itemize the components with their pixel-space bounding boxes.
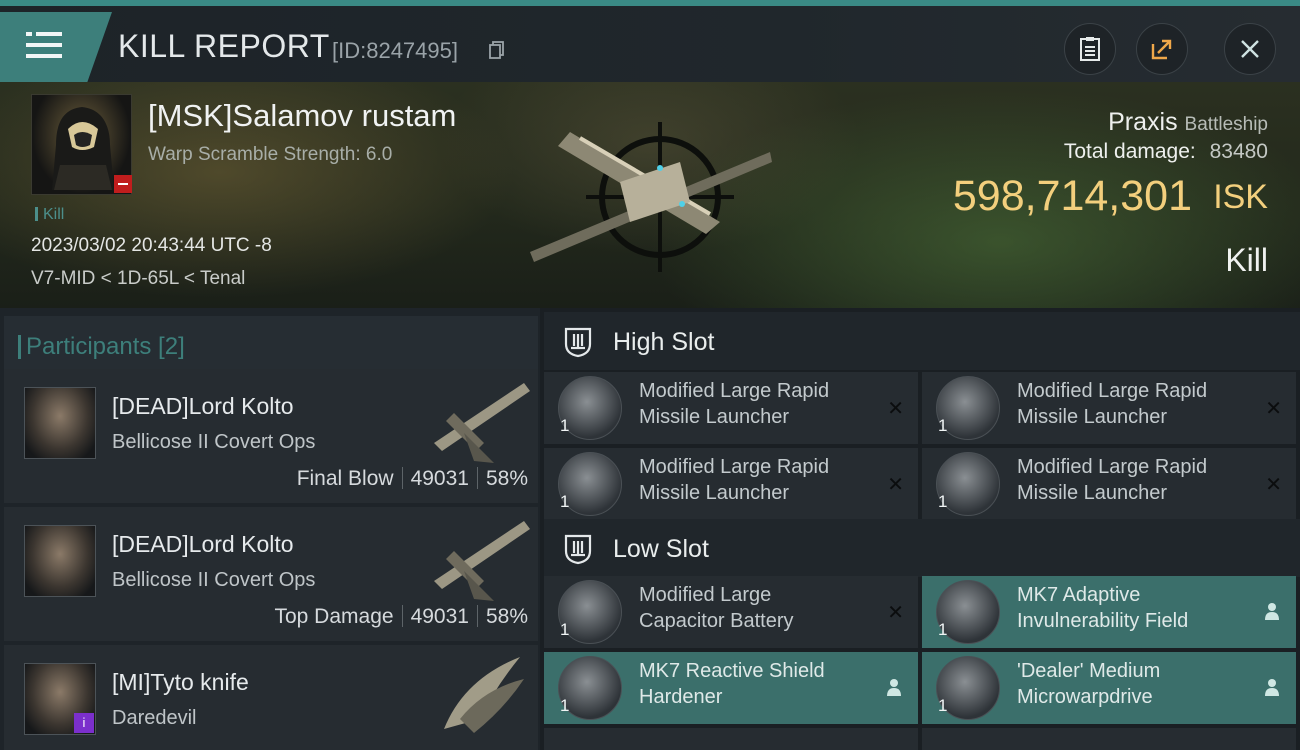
isk-value: 598,714,301 — [952, 172, 1192, 220]
module-quantity: 1 — [938, 416, 948, 435]
participants-panel: Participants [2] [DEAD]Lord Kolto Bellic… — [0, 308, 540, 750]
participants-title: Participants [2] — [18, 333, 185, 360]
participant-damage: 49031 — [410, 605, 469, 628]
module-quantity: 1 — [560, 492, 570, 511]
page-title: KILL REPORT — [118, 28, 330, 64]
copy-icon[interactable] — [489, 41, 505, 59]
info-badge: i — [74, 713, 94, 733]
result-label: Kill — [1225, 242, 1268, 278]
share-icon — [1151, 39, 1172, 60]
module-quantity: 1 — [560, 416, 570, 435]
module-name: Modified Large Rapid Missile Launcher — [1017, 380, 1208, 428]
module-name: Modified Large Capacitor Battery — [639, 584, 794, 632]
menu-icon — [26, 32, 62, 62]
participant-name: [MI]Tyto knife — [112, 669, 249, 695]
module-name: MK7 Adaptive Invulnerability Field — [1017, 584, 1189, 632]
high-slot-title: High Slot — [613, 328, 715, 356]
total-damage-value: 83480 — [1209, 140, 1268, 163]
module-item[interactable]: 1 'Dealer' Medium Microwarpdrive — [922, 652, 1296, 724]
victim-ship: Praxis Battleship — [1108, 108, 1268, 137]
participant-ship: Bellicose II Covert Ops — [112, 431, 316, 453]
slot-icon — [564, 534, 592, 565]
participant-ship: Daredevil — [112, 707, 197, 729]
module-item[interactable]: 1 Modified Large Rapid Missile Launcher ✕ — [922, 372, 1296, 444]
module-item-partial[interactable] — [922, 728, 1296, 750]
report-id: [ID:8247495] — [332, 38, 458, 63]
total-damage: Total damage: 83480 — [1064, 140, 1268, 164]
low-slot-header: Low Slot — [544, 519, 1300, 577]
destroyed-x-icon: ✕ — [887, 602, 904, 624]
slot-icon — [564, 327, 592, 358]
person-icon — [1265, 679, 1279, 696]
module-quantity: 1 — [938, 620, 948, 639]
module-quantity: 1 — [938, 696, 948, 715]
high-slot-header: High Slot — [544, 312, 1300, 370]
module-item[interactable]: 1 MK7 Reactive Shield Hardener — [544, 652, 918, 724]
destroyed-x-icon: ✕ — [1265, 398, 1282, 420]
destroyed-x-icon: ✕ — [1265, 474, 1282, 496]
isk-unit: ISK — [1213, 178, 1268, 216]
victim-ship-render — [530, 122, 772, 272]
participant-stats: Final Blow 49031 58% — [297, 467, 528, 491]
participant-ship: Bellicose II Covert Ops — [112, 569, 316, 591]
participant-ship-image — [434, 521, 530, 601]
clipboard-button[interactable] — [1064, 23, 1116, 75]
person-icon — [887, 679, 901, 696]
total-damage-label: Total damage: — [1063, 140, 1196, 163]
module-quantity: 1 — [560, 620, 570, 639]
participant-ship-image — [434, 383, 530, 463]
victim-status-badge — [114, 175, 132, 193]
victim-name[interactable]: [MSK]Salamov rustam — [148, 98, 456, 134]
participant-damage: 49031 — [410, 467, 469, 490]
participant-percent: 58% — [485, 467, 528, 490]
participant-ship-image — [444, 657, 524, 733]
participant-avatar — [24, 387, 96, 459]
module-item[interactable]: 1 Modified Large Rapid Missile Launcher ✕ — [544, 448, 918, 520]
participant-percent: 58% — [485, 605, 528, 628]
participant-row[interactable]: [DEAD]Lord Kolto Bellicose II Covert Ops… — [4, 507, 538, 641]
share-button[interactable] — [1136, 23, 1188, 75]
close-button[interactable] — [1224, 23, 1276, 75]
module-name: MK7 Reactive Shield Hardener — [639, 660, 825, 708]
participant-row[interactable]: [DEAD]Lord Kolto Bellicose II Covert Ops… — [4, 369, 538, 503]
module-name: Modified Large Rapid Missile Launcher — [639, 380, 830, 428]
module-quantity: 1 — [938, 492, 948, 511]
ship-name: Praxis — [1108, 108, 1178, 136]
participant-row[interactable]: i [MI]Tyto knife Daredevil — [4, 645, 538, 750]
participants-header: Participants [2] — [4, 316, 538, 372]
participant-tag: Final Blow — [296, 467, 394, 490]
module-name: Modified Large Rapid Missile Launcher — [1017, 456, 1208, 504]
participant-tag: Top Damage — [274, 605, 394, 628]
person-icon — [1265, 603, 1279, 620]
participant-name: [DEAD]Lord Kolto — [112, 393, 294, 419]
close-icon — [1241, 40, 1259, 58]
participant-stats: Top Damage 49031 58% — [274, 605, 528, 629]
menu-button[interactable] — [0, 12, 112, 82]
destroyed-x-icon: ✕ — [887, 474, 904, 496]
module-name: 'Dealer' Medium Microwarpdrive — [1017, 660, 1161, 708]
module-item[interactable]: 1 MK7 Adaptive Invulnerability Field — [922, 576, 1296, 648]
low-slot-title: Low Slot — [613, 535, 709, 563]
module-item[interactable]: 1 Modified Large Rapid Missile Launcher ✕ — [544, 372, 918, 444]
module-name: Modified Large Rapid Missile Launcher — [639, 456, 830, 504]
module-quantity: 1 — [560, 696, 570, 715]
module-item-partial[interactable] — [544, 728, 918, 750]
participant-avatar — [24, 525, 96, 597]
fitting-panel: High Slot 1 Modified Large Rapid Missile … — [540, 308, 1300, 750]
module-item[interactable]: 1 Modified Large Rapid Missile Launcher ✕ — [922, 448, 1296, 520]
top-bar: KILL REPORT [ID:8247495] — [0, 0, 1300, 82]
kill-timestamp: 2023/03/02 20:43:44 UTC -8 — [31, 235, 272, 256]
warp-scramble-strength: Warp Scramble Strength: 6.0 — [148, 144, 393, 165]
kill-location: V7-MID < 1D-65L < Tenal — [31, 268, 246, 289]
kill-tag: Kill — [35, 206, 64, 224]
destroyed-x-icon: ✕ — [887, 398, 904, 420]
clipboard-icon — [1080, 37, 1100, 61]
kill-banner: [MSK]Salamov rustam Warp Scramble Streng… — [0, 82, 1300, 308]
module-item[interactable]: 1 Modified Large Capacitor Battery ✕ — [544, 576, 918, 648]
participant-name: [DEAD]Lord Kolto — [112, 531, 294, 557]
ship-class: Battleship — [1184, 114, 1268, 135]
